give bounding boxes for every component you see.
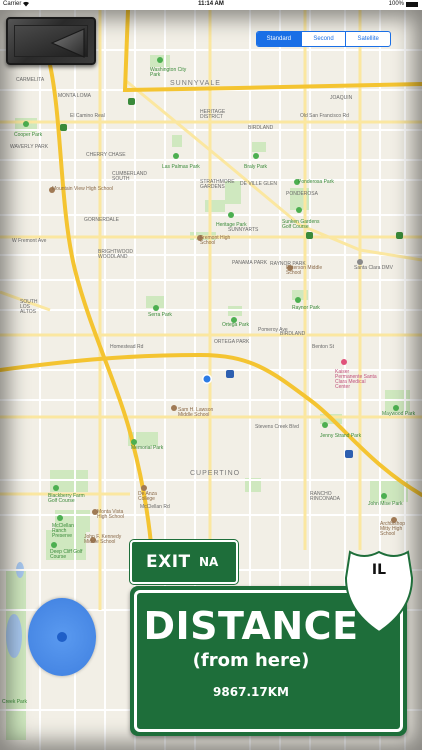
exit-sign: EXIT NA xyxy=(130,540,238,584)
map-label-park: Ortega Park xyxy=(222,322,249,328)
exit-number: NA xyxy=(199,555,219,569)
map-label-park: Serra Park xyxy=(148,312,172,318)
distance-subtitle: (from here) xyxy=(192,650,310,671)
distance-value: 9867.17KM xyxy=(213,685,289,699)
status-time: 11:14 AM xyxy=(198,1,224,7)
map-label-neighborhood: MONTA LOMA xyxy=(58,93,91,99)
map-label-school: Archbishop Mitty High School xyxy=(380,521,406,537)
map-label-neighborhood: WAVERLY PARK xyxy=(10,144,49,150)
map-label-neighborhood: RANCHO RINCONADA xyxy=(310,491,341,502)
back-button[interactable] xyxy=(6,17,96,65)
map-label-neighborhood: CHERRY CHASE xyxy=(86,152,126,158)
map-label-park: Cooper Park xyxy=(14,132,43,138)
map-label-neighborhood: CARMELITA xyxy=(16,77,45,83)
map-label-neighborhood: BIRDLAND xyxy=(280,331,306,337)
map-label-park: Memorial Park xyxy=(131,445,164,451)
map-type-satellite[interactable]: Satellite xyxy=(346,32,390,46)
map-label-park: Washington City Park xyxy=(150,67,187,78)
joystick-knob[interactable] xyxy=(57,632,67,642)
exit-label: EXIT xyxy=(146,552,191,572)
map-label-school: John F. Kennedy Middle School xyxy=(84,534,122,545)
map-label-neighborhood: PANAMA PARK xyxy=(232,260,268,266)
map-type-segmented-control[interactable]: Standard Second Satellite xyxy=(256,31,391,47)
map-label-park: Jenny Strand Park xyxy=(320,433,362,439)
map-label-neighborhood: CUMBERLAND SOUTH xyxy=(112,171,148,182)
map-label-dmv: Santa Clara DMV xyxy=(354,265,393,271)
map-type-standard[interactable]: Standard xyxy=(257,32,302,46)
map-label-neighborhood: BRIGHTWOOD WOODLAND xyxy=(98,249,133,260)
map-label-school: Sam H. Lawson Middle School xyxy=(178,407,214,418)
map-label-school: Monta Vista High School xyxy=(97,509,124,520)
map-label-road: Benton St xyxy=(312,344,334,350)
joystick-icon[interactable] xyxy=(28,598,96,676)
map-label-road: Homestead Rd xyxy=(110,344,144,350)
map-label-golf: Deep Cliff Golf Course xyxy=(50,549,83,560)
route-shield: IL xyxy=(344,548,414,636)
status-bar: Carrier 11:14 AM 100% xyxy=(0,0,422,10)
map-label-park: Las Palmas Park xyxy=(162,164,200,170)
map-label-neighborhood: STRATHMORE GARDENS xyxy=(200,179,235,190)
map-label-park: Braly Park xyxy=(244,164,268,170)
map-label-neighborhood: PONDEROSA xyxy=(286,191,318,197)
map-label-park: Maywood Park xyxy=(382,411,416,417)
map-label-park: Raynor Park xyxy=(292,305,320,311)
map-label-neighborhood: DE VILLE GLEN xyxy=(240,181,277,187)
map-label-road: McClellan Rd xyxy=(140,504,170,510)
map-type-second[interactable]: Second xyxy=(302,32,347,46)
map-label-preserve: McClellan Ranch Preserve xyxy=(52,523,74,539)
map-label-neighborhood: ORTEGA PARK xyxy=(214,339,250,345)
map-label-neighborhood: BIRDLAND xyxy=(248,125,274,131)
map-label-neighborhood: JOAQUIN xyxy=(330,95,353,101)
back-arrow-icon xyxy=(50,28,85,58)
map-label-road: Old San Francisco Rd xyxy=(300,113,349,119)
map-label-road: El Camino Real xyxy=(70,113,105,119)
map-label-neighborhood: SOUTH LOS ALTOS xyxy=(20,299,38,315)
map-label-sunnyvale: SUNNYVALE xyxy=(170,80,221,87)
map-label-hospital: Kaiser Permanente Santa Clara Medical Ce… xyxy=(335,369,377,390)
map-label-road: Stevens Creek Blvd xyxy=(255,424,299,430)
battery-percent: 100% xyxy=(388,1,404,7)
battery-icon xyxy=(406,2,418,7)
map-label-school: Mountain View High School xyxy=(52,186,114,192)
map-label-neighborhood: GORNERDALE xyxy=(84,217,120,223)
distance-title: DISTANCE xyxy=(143,604,359,648)
route-shield-text: IL xyxy=(371,562,387,578)
map-label-road: W Fremont Ave xyxy=(12,238,47,244)
map-label-college: De Anza College xyxy=(138,491,157,502)
map-label-golf: Sunken Gardens Golf Course xyxy=(282,219,320,230)
map-label-park: John Mise Park xyxy=(368,501,403,507)
map-label-school: Peterson Middle School xyxy=(286,265,323,276)
map-label-school: Fremont High School xyxy=(200,235,231,246)
map-label-golf: Blackberry Farm Golf Course xyxy=(48,493,85,504)
map-label-neighborhood: SUNNYARTS xyxy=(228,227,259,233)
map-label-park: Ponderosa Park xyxy=(298,179,334,185)
map-label-park: Creek Park xyxy=(2,699,28,705)
map-label-neighborhood: RAYNOR PARK xyxy=(270,261,306,267)
map-label-cupertino: CUPERTINO xyxy=(190,470,241,477)
map-label-neighborhood: HERITAGE DISTRICT xyxy=(200,109,226,120)
